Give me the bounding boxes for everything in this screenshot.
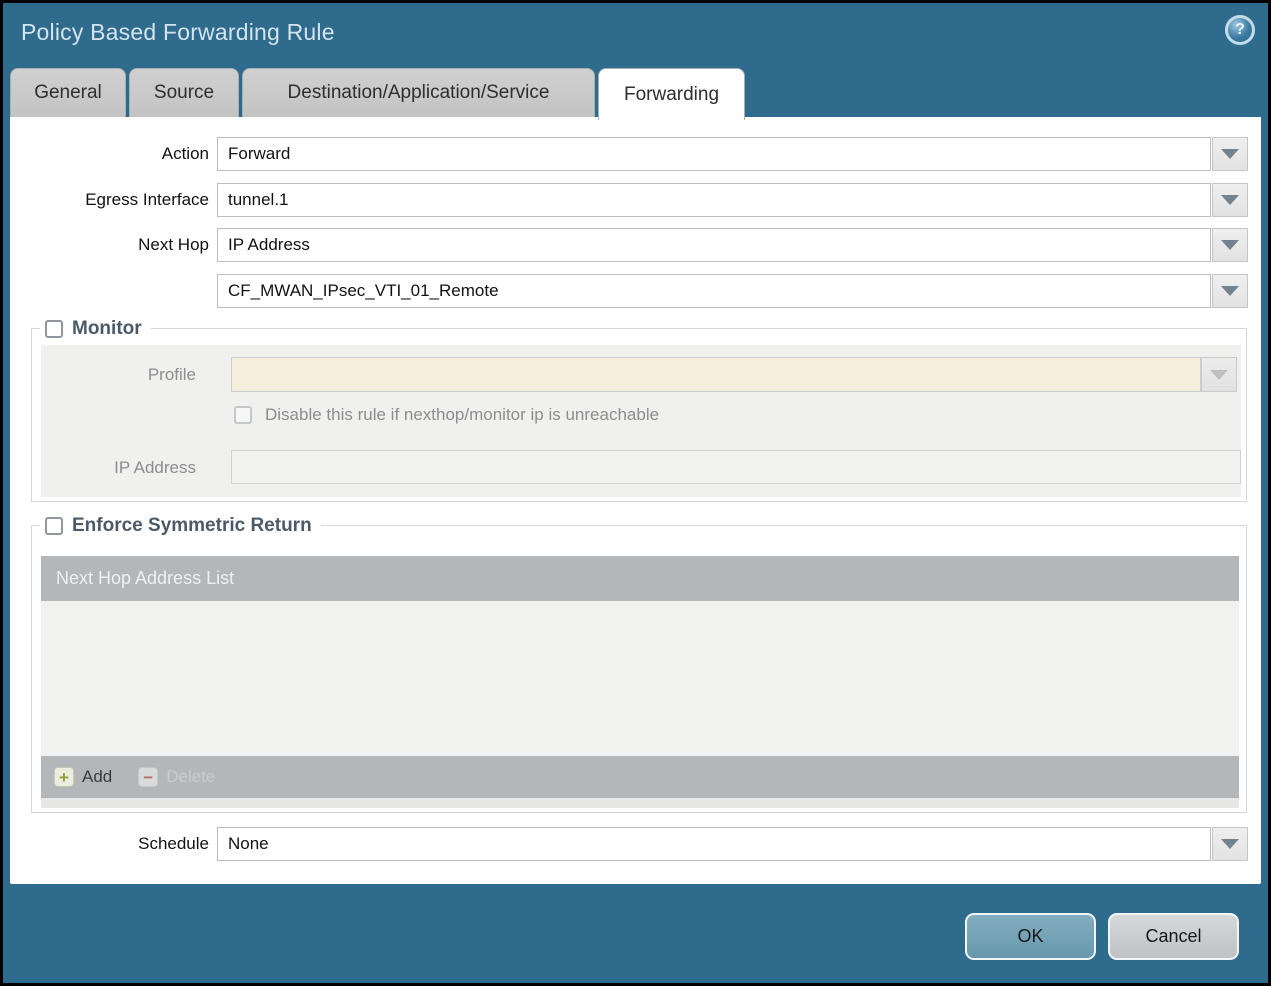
disable-rule-checkbox-label: Disable this rule if nexthop/monitor ip … bbox=[265, 405, 660, 424]
chevron-down-icon bbox=[1210, 369, 1228, 380]
action-input[interactable] bbox=[217, 137, 1211, 171]
monitor-ip-address-label: IP Address bbox=[114, 458, 196, 477]
enforce-symmetric-return-checkbox[interactable] bbox=[45, 517, 63, 535]
tab-bar: General Source Destination/Application/S… bbox=[10, 68, 748, 120]
next-hop-label: Next Hop bbox=[138, 235, 209, 254]
monitor-panel: Profile Disable this rule if nexthop/mon… bbox=[41, 345, 1241, 497]
monitor-ip-address-input bbox=[231, 450, 1241, 484]
add-button[interactable]: + Add bbox=[54, 767, 112, 787]
monitor-legend: Monitor bbox=[40, 316, 151, 342]
tab-source[interactable]: Source bbox=[129, 68, 239, 117]
next-hop-address-list-body[interactable] bbox=[41, 601, 1239, 756]
enforce-symmetric-return-legend-label: Enforce Symmetric Return bbox=[72, 515, 312, 536]
monitor-group: Monitor Profile Disable this rule if nex… bbox=[31, 316, 1247, 502]
action-dropdown-button[interactable] bbox=[1212, 137, 1248, 171]
monitor-checkbox[interactable] bbox=[45, 320, 63, 338]
tab-general[interactable]: General bbox=[10, 68, 126, 117]
egress-interface-input[interactable] bbox=[217, 183, 1211, 217]
chevron-down-icon bbox=[1221, 149, 1239, 159]
profile-label: Profile bbox=[147, 365, 196, 384]
schedule-input[interactable] bbox=[217, 827, 1211, 861]
tab-content-forwarding: Action Egress Interface Next Hop bbox=[10, 117, 1261, 884]
delete-button: − Delete bbox=[138, 767, 215, 787]
egress-interface-label: Egress Interface bbox=[85, 190, 209, 209]
profile-input bbox=[231, 357, 1201, 392]
schedule-label: Schedule bbox=[138, 834, 209, 853]
schedule-dropdown-button[interactable] bbox=[1212, 827, 1248, 861]
help-icon[interactable]: ? bbox=[1225, 15, 1255, 45]
tab-destination-application-service[interactable]: Destination/Application/Service bbox=[242, 68, 595, 117]
ok-button[interactable]: OK bbox=[965, 913, 1096, 960]
action-label: Action bbox=[161, 144, 209, 163]
chevron-down-icon bbox=[1221, 286, 1239, 296]
next-hop-address-input[interactable] bbox=[217, 274, 1211, 308]
disable-rule-checkbox bbox=[234, 406, 252, 424]
next-hop-type-input[interactable] bbox=[217, 228, 1211, 262]
plus-icon: + bbox=[54, 767, 74, 787]
enforce-symmetric-return-legend: Enforce Symmetric Return bbox=[40, 513, 321, 539]
profile-dropdown-button bbox=[1201, 357, 1237, 392]
cancel-button[interactable]: Cancel bbox=[1108, 913, 1239, 960]
add-button-label: Add bbox=[82, 767, 113, 786]
dialog-titlebar: Policy Based Forwarding Rule ? bbox=[3, 3, 1268, 67]
delete-button-label: Delete bbox=[166, 767, 216, 786]
pbf-rule-dialog: Policy Based Forwarding Rule ? General S… bbox=[3, 3, 1268, 983]
screenshot-root: Policy Based Forwarding Rule ? General S… bbox=[0, 0, 1271, 986]
minus-icon: − bbox=[138, 767, 159, 787]
tab-forwarding[interactable]: Forwarding bbox=[598, 68, 745, 120]
chevron-down-icon bbox=[1221, 240, 1239, 250]
enforce-symmetric-return-group: Enforce Symmetric Return Next Hop Addres… bbox=[31, 513, 1247, 813]
dialog-title: Policy Based Forwarding Rule bbox=[21, 19, 335, 45]
monitor-legend-label: Monitor bbox=[72, 318, 142, 339]
next-hop-dropdown-button[interactable] bbox=[1212, 228, 1248, 262]
next-hop-address-list-header: Next Hop Address List bbox=[41, 556, 1239, 601]
table-resize-strip bbox=[41, 798, 1239, 808]
chevron-down-icon bbox=[1221, 195, 1239, 205]
next-hop-table-toolbar: + Add − Delete bbox=[41, 756, 1239, 798]
next-hop-address-dropdown-button[interactable] bbox=[1212, 274, 1248, 308]
chevron-down-icon bbox=[1221, 839, 1239, 849]
egress-interface-dropdown-button[interactable] bbox=[1212, 183, 1248, 217]
next-hop-address-table: Next Hop Address List + Add − Delete bbox=[41, 556, 1239, 808]
